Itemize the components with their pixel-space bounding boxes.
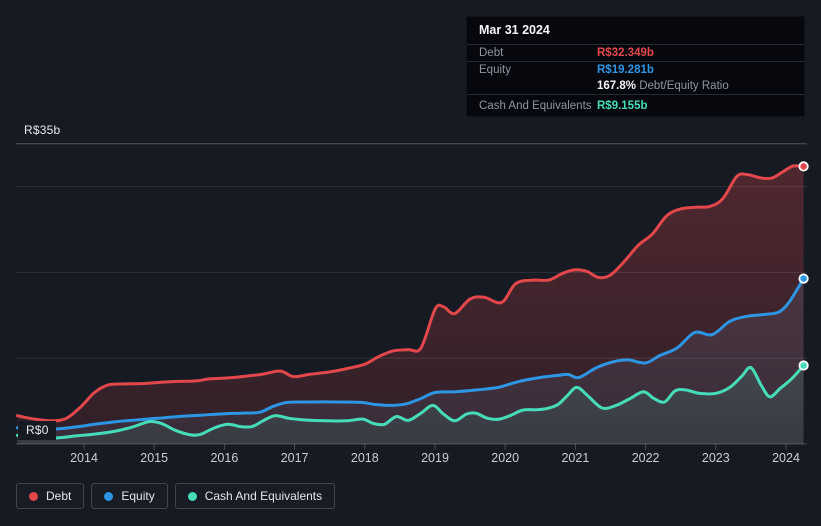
tooltip-ratio-value: 167.8% <box>597 80 636 92</box>
tooltip-ratio: 167.8% Debt/Equity Ratio <box>597 80 729 92</box>
tooltip-equity-label: Equity <box>479 64 597 76</box>
equity-legend-dot-icon <box>104 492 113 501</box>
cash-and-equivalents-endpoint-marker <box>799 361 807 369</box>
x-tick-label-2016: 2016 <box>210 451 238 465</box>
tooltip-ratio-row: 167.8% Debt/Equity Ratio <box>467 78 804 95</box>
x-tick-label-2022: 2022 <box>632 451 660 465</box>
tooltip-debt-row: Debt R$32.349b <box>467 45 804 62</box>
tooltip-debt-label: Debt <box>479 47 597 59</box>
legend-item-cash[interactable]: Cash And Equivalents <box>175 483 335 509</box>
y-axis-zero-label: R$0 <box>18 421 56 440</box>
tooltip-equity-value: R$19.281b <box>597 64 654 76</box>
chart-legend: Debt Equity Cash And Equivalents <box>16 483 335 509</box>
debt-equity-history-chart: 2014 2015 2016 2017 2018 2019 2020 2021 2022 2023… <box>0 0 821 526</box>
y-axis-max-label: R$35b <box>24 123 60 137</box>
x-tick-label-2018: 2018 <box>351 451 379 465</box>
x-tick-label-2023: 2023 <box>702 451 730 465</box>
tooltip-cash-row: Cash And Equivalents R$9.155b <box>467 95 804 116</box>
x-tick-label-2021: 2021 <box>561 451 589 465</box>
chart-tooltip: Mar 31 2024 Debt R$32.349b Equity R$19.2… <box>466 16 805 117</box>
tooltip-cash-label: Cash And Equivalents <box>479 100 597 112</box>
tooltip-ratio-label: Debt/Equity Ratio <box>639 80 729 92</box>
equity-endpoint-marker <box>799 274 807 282</box>
legend-item-equity[interactable]: Equity <box>91 483 167 509</box>
x-tick-label-2024: 2024 <box>772 451 800 465</box>
cash-legend-dot-icon <box>188 492 197 501</box>
legend-item-debt[interactable]: Debt <box>16 483 84 509</box>
debt-legend-dot-icon <box>29 492 38 501</box>
x-tick-label-2019: 2019 <box>421 451 449 465</box>
tooltip-cash-value: R$9.155b <box>597 100 648 112</box>
x-tick-label-2015: 2015 <box>140 451 168 465</box>
tooltip-debt-value: R$32.349b <box>597 47 654 59</box>
legend-item-label: Debt <box>46 489 71 503</box>
x-tick-label-2014: 2014 <box>70 451 98 465</box>
legend-item-label: Cash And Equivalents <box>205 489 322 503</box>
x-tick-label-2020: 2020 <box>491 451 519 465</box>
x-tick-label-2017: 2017 <box>281 451 309 465</box>
debt-endpoint-marker <box>799 162 807 170</box>
tooltip-date: Mar 31 2024 <box>467 17 804 45</box>
tooltip-equity-row: Equity R$19.281b <box>467 62 804 78</box>
legend-item-label: Equity <box>121 489 154 503</box>
